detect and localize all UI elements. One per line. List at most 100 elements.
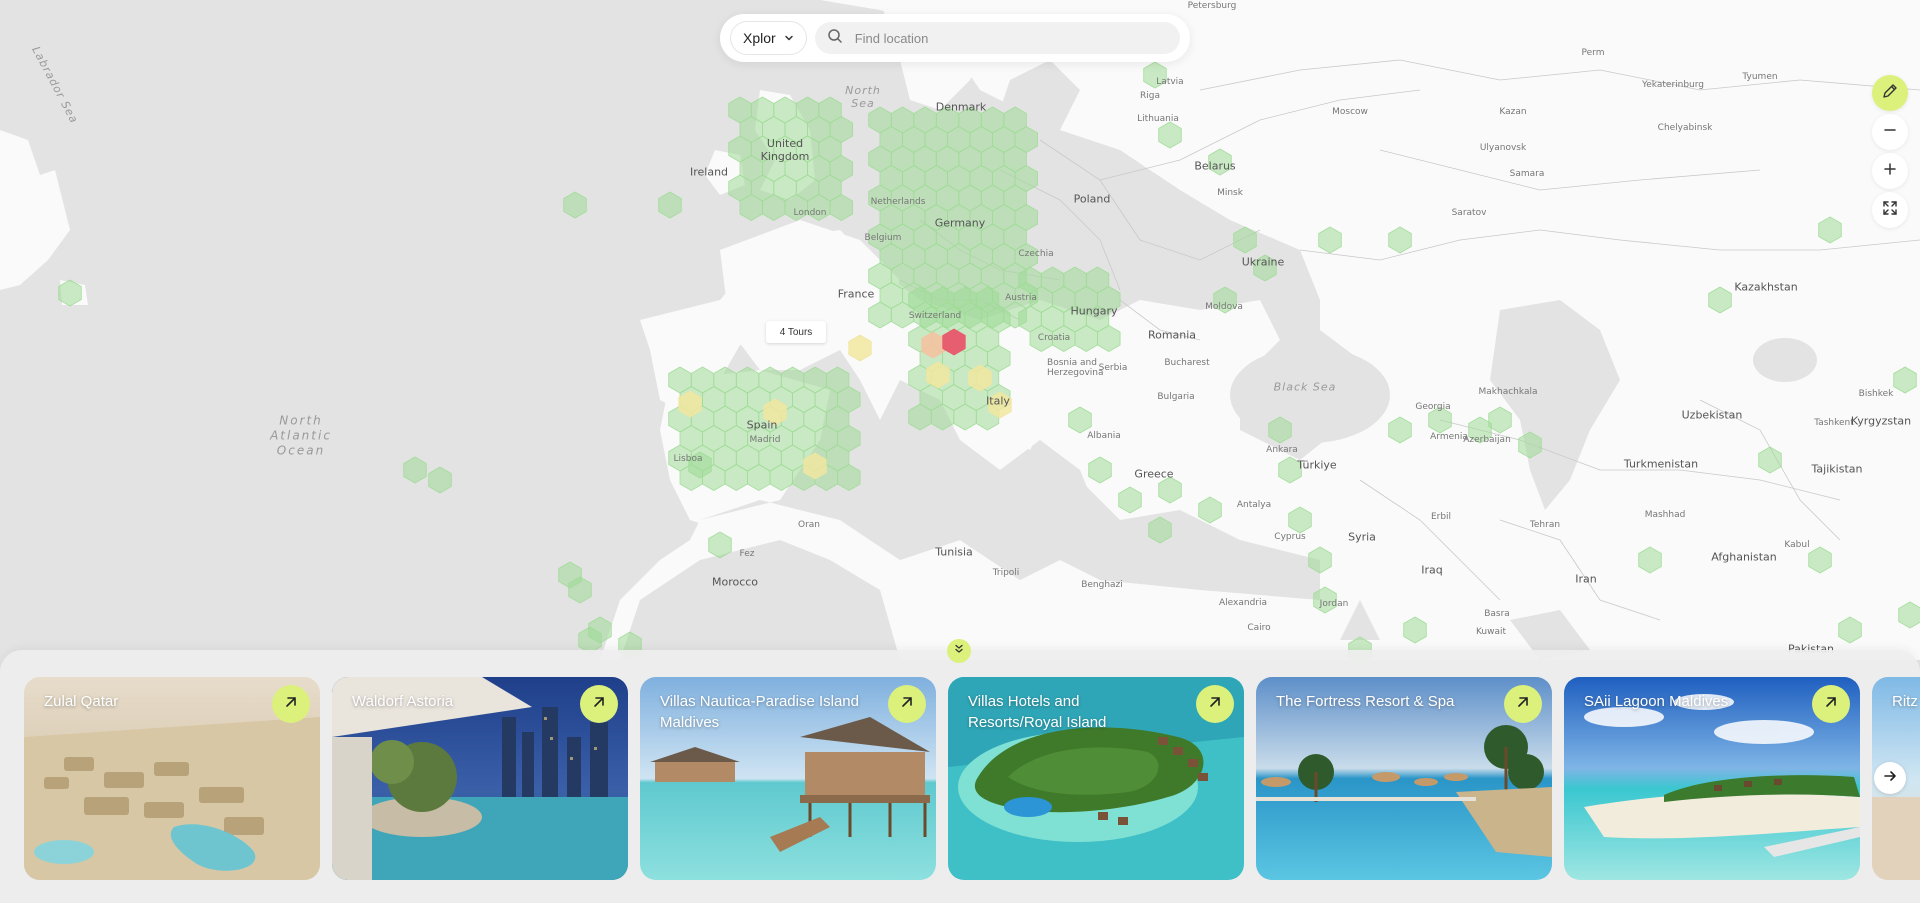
- map-label-city: Lisboa: [673, 454, 703, 464]
- arrow-up-right-icon: [1207, 694, 1223, 715]
- fullscreen-button[interactable]: [1872, 192, 1908, 228]
- hotel-card[interactable]: Zulal Qatar: [24, 677, 320, 880]
- search-input[interactable]: [852, 29, 1168, 47]
- search-icon: [827, 28, 843, 49]
- map-label-city: London: [793, 208, 827, 218]
- open-hotel-button[interactable]: [888, 685, 926, 723]
- carousel-next-button[interactable]: [1874, 762, 1906, 794]
- draw-button[interactable]: [1872, 75, 1908, 111]
- map-label-city: Tripoli: [992, 568, 1020, 578]
- map-label-country: Greece: [1134, 467, 1174, 481]
- map-label-country: Ukraine: [1241, 255, 1285, 269]
- hotel-card-title: Villas Hotels and Resorts/Royal Island: [968, 693, 1107, 731]
- hotel-card-title: The Fortress Resort & Spa: [1276, 693, 1455, 710]
- map-label-country: Italy: [986, 394, 1010, 408]
- hex-tooltip: 4 Tours: [766, 321, 826, 343]
- map-label-country: Switzerland: [908, 311, 962, 321]
- map-label-city: Tashkent: [1814, 418, 1854, 428]
- brand-dropdown[interactable]: Xplor: [730, 21, 807, 55]
- map-label-city: Mashhad: [1644, 510, 1686, 520]
- map-label-country: France: [837, 287, 875, 301]
- map-label-city: Benghazi: [1081, 580, 1123, 590]
- map-label-country: Armenia: [1430, 432, 1468, 442]
- map-label-country: Morocco: [711, 575, 759, 589]
- map-label-country: Spain: [746, 418, 778, 432]
- map-label-country: Tunisia: [935, 545, 973, 559]
- collapse-panel-button[interactable]: [947, 639, 971, 663]
- map-label-country: Belarus: [1194, 159, 1236, 173]
- open-hotel-button[interactable]: [1812, 685, 1850, 723]
- open-hotel-button[interactable]: [580, 685, 618, 723]
- search-box[interactable]: [814, 22, 1180, 54]
- arrow-up-right-icon: [283, 694, 299, 715]
- chevrons-down-icon: [953, 642, 965, 660]
- map-label-country: Kazakhstan: [1734, 280, 1798, 294]
- map-label-city: Erbil: [1430, 512, 1452, 522]
- map-label-city: Yekaterinburg: [1641, 80, 1705, 90]
- hotel-card-title: Villas Nautica-Paradise Island Maldives: [660, 693, 859, 731]
- map-label-country: Syria: [1348, 530, 1376, 544]
- arrow-up-right-icon: [591, 694, 607, 715]
- open-hotel-button[interactable]: [272, 685, 310, 723]
- map-label-country: Türkiye: [1297, 458, 1337, 472]
- map-label-city: Moscow: [1332, 107, 1368, 117]
- hotel-card[interactable]: The Fortress Resort & Spa: [1256, 677, 1552, 880]
- map-label-city: Makhachkala: [1478, 387, 1538, 397]
- hotel-card-title: Zulal Qatar: [44, 693, 119, 710]
- map-label-city: Petersburg: [1187, 1, 1237, 11]
- map-label-city: Minsk: [1217, 188, 1243, 198]
- arrow-up-right-icon: [1515, 694, 1531, 715]
- brand-label: Xplor: [743, 30, 776, 46]
- map-label-country: Uzbekistan: [1681, 408, 1743, 422]
- map-label-city: Basra: [1484, 609, 1510, 619]
- map-label-country: Iraq: [1421, 563, 1443, 577]
- hotel-card[interactable]: Villas Nautica-Paradise Island Maldives: [640, 677, 936, 880]
- map-label-city: Kuwait: [1475, 627, 1507, 637]
- top-search-bar: Xplor: [720, 14, 1190, 62]
- map-label-country: Azerbaijan: [1463, 435, 1511, 445]
- hotel-card-title: Waldorf Astoria: [352, 693, 454, 710]
- map-label-city: Riga: [1140, 91, 1160, 101]
- arrow-up-right-icon: [1823, 694, 1839, 715]
- map-label-city: Chelyabinsk: [1657, 123, 1713, 133]
- map-label-country: Albania: [1087, 431, 1121, 441]
- map-label-country: Jordan: [1319, 599, 1349, 609]
- map-label-country: Croatia: [1037, 333, 1071, 343]
- map-label-country: Latvia: [1156, 77, 1184, 87]
- map-label-city: Madrid: [749, 435, 781, 445]
- map-label-ocean: North Atlantic Ocean: [270, 413, 332, 458]
- map-label-country: Bulgaria: [1157, 392, 1195, 402]
- open-hotel-button[interactable]: [1504, 685, 1542, 723]
- map-label-country: Ireland: [689, 165, 729, 179]
- map-label-country: Afghanistan: [1711, 550, 1777, 564]
- hotel-card-carousel: Zulal Qatar Waldorf Astoria Villas Nauti…: [24, 677, 1920, 880]
- map-label-country: Kyrgyzstan: [1850, 414, 1912, 428]
- hotel-card-title: Ritz: [1892, 693, 1918, 710]
- zoom-out-button[interactable]: [1872, 114, 1908, 150]
- map-label-country: Hungary: [1070, 304, 1118, 318]
- map-label-country: Serbia: [1098, 363, 1128, 373]
- map-label-city: Alexandria: [1218, 598, 1268, 608]
- map-label-city: Saratov: [1451, 208, 1487, 218]
- map-label-city: Tyumen: [1742, 72, 1778, 82]
- map-label-city: Fez: [739, 549, 755, 559]
- open-hotel-button[interactable]: [1196, 685, 1234, 723]
- zoom-in-button[interactable]: [1872, 153, 1908, 189]
- map-label-city: Tehran: [1529, 520, 1561, 530]
- arrow-right-icon: [1882, 768, 1898, 789]
- map-label-country: Germany: [934, 216, 986, 230]
- hotel-card[interactable]: SAii Lagoon Maldives: [1564, 677, 1860, 880]
- map-label-country: Tajikistan: [1811, 462, 1863, 476]
- hotel-card[interactable]: Villas Hotels and Resorts/Royal Island: [948, 677, 1244, 880]
- map-label-country: Belgium: [864, 233, 902, 243]
- hotel-card[interactable]: Waldorf Astoria: [332, 677, 628, 880]
- map-label-country: Bosnia and Herzegovina: [1047, 358, 1104, 378]
- map-label-city: Cairo: [1247, 623, 1271, 633]
- map-label-city: Ankara: [1266, 445, 1298, 455]
- map-label-country: Netherlands: [870, 197, 926, 207]
- map-label-city: Bishkek: [1858, 389, 1894, 399]
- map-label-country: Poland: [1073, 192, 1111, 206]
- map-label-sea: Black Sea: [1273, 380, 1337, 394]
- map-label-country: Denmark: [935, 100, 987, 114]
- map-label-city: Antalya: [1236, 500, 1272, 510]
